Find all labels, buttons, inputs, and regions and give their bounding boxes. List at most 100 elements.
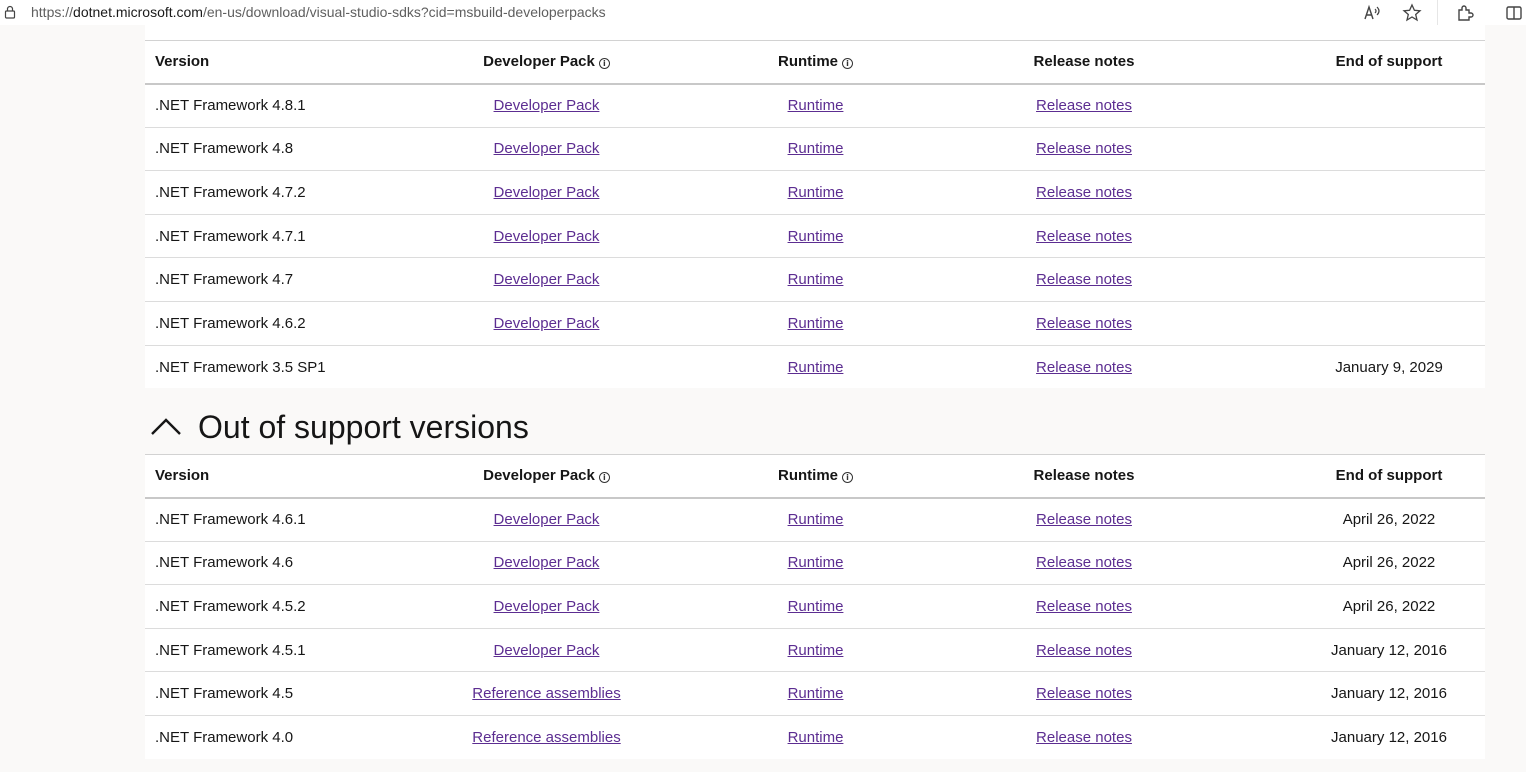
developer-pack-link[interactable]: Developer Pack [494,598,600,615]
info-icon[interactable]: i [598,58,610,70]
runtime-link[interactable]: Runtime [788,97,844,114]
developer-pack-link[interactable]: Developer Pack [494,642,600,659]
developer-pack-link[interactable]: Developer Pack [494,140,600,157]
section-title: Out of support versions [198,409,529,445]
release-notes-link[interactable]: Release notes [1036,315,1132,332]
release-notes-link[interactable]: Release notes [1036,685,1132,702]
split-screen-icon[interactable] [1504,3,1524,23]
header-runtime-label: Runtime [778,53,838,71]
table-row: .NET Framework 4.8 Developer Pack Runtim… [145,127,1485,172]
table-row: .NET Framework 4.6 Developer Pack Runtim… [145,541,1485,586]
url-host: dotnet.microsoft.com [73,4,203,20]
end-of-support-cell: January 12, 2016 [1293,671,1485,716]
end-of-support-cell [1293,170,1485,215]
developer-pack-link[interactable]: Developer Pack [494,228,600,245]
developer-pack-link[interactable]: Developer Pack [494,271,600,288]
read-aloud-icon[interactable] [1362,3,1382,23]
table-row: .NET Framework 4.6.2 Developer Pack Runt… [145,301,1485,346]
runtime-link[interactable]: Runtime [788,271,844,288]
table-header-row: Version Developer Pack i Runtime i Release… [145,454,1485,499]
out-of-support-heading: Out of support versions [145,403,1485,454]
end-of-support-cell: January 12, 2016 [1331,729,1447,747]
release-notes-link[interactable]: Release notes [1036,228,1132,245]
table-row: .NET Framework 4.5.1 Developer Pack Runt… [145,628,1485,673]
developer-pack-link[interactable]: Developer Pack [494,184,600,201]
table-row: .NET Framework 4.7.1 Developer Pack Runt… [145,214,1485,259]
reference-assemblies-link[interactable]: Reference assemblies [472,729,620,746]
runtime-link[interactable]: Runtime [788,184,844,201]
release-notes-link[interactable]: Release notes [1036,598,1132,615]
release-notes-link[interactable]: Release notes [1036,97,1132,114]
header-developer-pack: Developer Pack i [337,40,756,85]
runtime-link[interactable]: Runtime [788,315,844,332]
version-cell: .NET Framework 4.7 [145,257,337,302]
table-row: .NET Framework 4.5 Reference assemblies … [145,671,1485,716]
runtime-link[interactable]: Runtime [788,685,844,702]
reference-assemblies-link[interactable]: Reference assemblies [472,685,620,702]
info-icon[interactable]: i [842,58,853,70]
release-notes-link[interactable]: Release notes [1036,140,1132,157]
runtime-link[interactable]: Runtime [788,140,844,157]
runtime-link[interactable]: Runtime [788,598,844,615]
version-cell: .NET Framework 4.8.1 [145,83,337,128]
version-cell: .NET Framework 4.8 [145,127,337,172]
info-icon[interactable]: i [842,472,853,484]
version-cell: .NET Framework 4.5.1 [145,628,337,673]
developer-pack-link[interactable]: Developer Pack [494,554,600,571]
header-runtime: Runtime i [756,454,875,499]
toolbar-divider [1437,0,1438,25]
end-of-support-cell: April 26, 2022 [1293,541,1485,586]
version-cell: .NET Framework 4.0 [155,729,294,747]
out-of-support-versions-table: Version Developer Pack i Runtime i Release… [145,454,1485,759]
header-developer-pack-label: Developer Pack [483,53,595,71]
table-row: .NET Framework 4.5.2 Developer Pack Runt… [145,584,1485,629]
end-of-support-cell: January 12, 2016 [1293,628,1485,673]
end-of-support-cell [1293,214,1485,259]
release-notes-link[interactable]: Release notes [1036,729,1132,746]
developer-pack-link[interactable]: Developer Pack [494,511,600,528]
end-of-support-cell: April 26, 2022 [1293,584,1485,629]
header-runtime: Runtime i [756,40,875,85]
release-notes-link[interactable]: Release notes [1036,554,1132,571]
release-notes-link[interactable]: Release notes [1036,184,1132,201]
header-developer-pack: Developer Pack i [337,454,756,499]
runtime-link[interactable]: Runtime [788,511,844,528]
release-notes-link[interactable]: Release notes [1036,642,1132,659]
runtime-link[interactable]: Runtime [788,642,844,659]
runtime-link[interactable]: Runtime [788,359,844,376]
address-bar: https://dotnet.microsoft.com/en-us/downl… [0,0,1526,25]
table-row: .NET Framework 3.5 SP1 Runtime Release n… [145,345,1485,389]
version-cell: .NET Framework 4.5.2 [145,584,337,629]
chevron-up-icon[interactable] [149,415,183,439]
extensions-icon[interactable] [1455,3,1475,23]
end-of-support-cell [1293,301,1485,346]
end-of-support-cell [1293,127,1485,172]
runtime-link[interactable]: Runtime [788,729,844,746]
header-end-of-support: End of support [1293,40,1485,85]
developer-pack-link[interactable]: Developer Pack [494,97,600,114]
header-version: Version [145,40,337,85]
page-content: Version Developer Pack i Runtime i Release… [145,25,1485,772]
info-icon[interactable]: i [598,472,610,484]
version-cell: .NET Framework 4.7.2 [145,170,337,215]
end-of-support-cell [1293,257,1485,302]
version-cell: .NET Framework 4.7.1 [145,214,337,259]
developer-pack-link[interactable]: Developer Pack [494,315,600,332]
end-of-support-cell [1293,83,1485,128]
url-path: /en-us/download/visual-studio-sdks?cid=m… [202,4,606,20]
favorite-star-icon[interactable] [1402,3,1422,23]
release-notes-link[interactable]: Release notes [1036,511,1132,528]
header-runtime-label: Runtime [778,467,838,485]
header-release-notes: Release notes [875,40,1293,85]
runtime-link[interactable]: Runtime [788,554,844,571]
table-header-row: Version Developer Pack i Runtime i Release… [145,40,1485,85]
url-text[interactable]: https://dotnet.microsoft.com/en-us/downl… [31,4,606,20]
end-of-support-cell: January 9, 2029 [1335,358,1443,376]
table-row: .NET Framework 4.8.1 Developer Pack Runt… [145,83,1485,128]
version-cell: .NET Framework 4.5 [145,671,337,716]
release-notes-link[interactable]: Release notes [1036,359,1132,376]
lock-icon[interactable] [4,5,16,19]
release-notes-link[interactable]: Release notes [1036,271,1132,288]
runtime-link[interactable]: Runtime [788,228,844,245]
version-cell: .NET Framework 4.6.2 [145,301,337,346]
